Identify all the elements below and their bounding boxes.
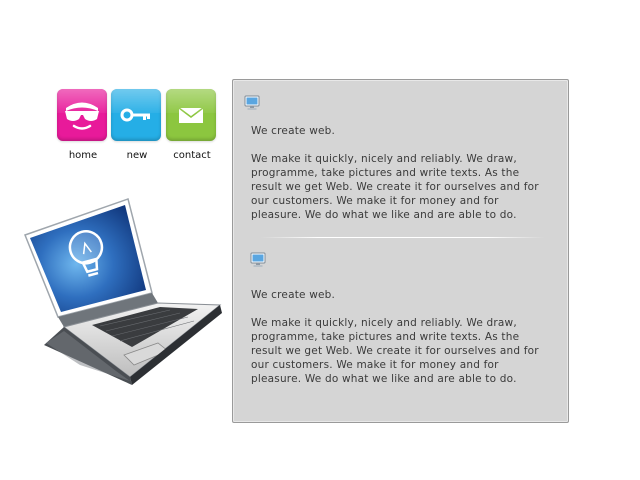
nav-item-home[interactable]: home bbox=[57, 89, 109, 161]
post-body: We make it quickly, nicely and reliably.… bbox=[251, 152, 539, 221]
nav-label-new: new bbox=[126, 150, 148, 161]
nav-label-contact: contact bbox=[173, 150, 211, 161]
nav-label-home: home bbox=[68, 150, 98, 161]
nav-item-new[interactable]: new bbox=[111, 89, 163, 161]
content-panel: We create web. We make it quickly, nicel… bbox=[232, 79, 569, 423]
laptop-lightbulb-icon bbox=[20, 195, 225, 394]
envelope-icon bbox=[166, 89, 216, 141]
post-heading: We create web. bbox=[251, 289, 336, 301]
sunglasses-face-icon bbox=[57, 89, 107, 141]
key-icon bbox=[111, 89, 161, 141]
monitor-icon bbox=[244, 95, 260, 115]
divider bbox=[261, 237, 545, 238]
post-body: We make it quickly, nicely and reliably.… bbox=[251, 316, 539, 385]
nav-item-contact[interactable]: contact bbox=[166, 89, 218, 161]
post-heading: We create web. bbox=[251, 125, 336, 137]
monitor-icon bbox=[250, 252, 266, 272]
